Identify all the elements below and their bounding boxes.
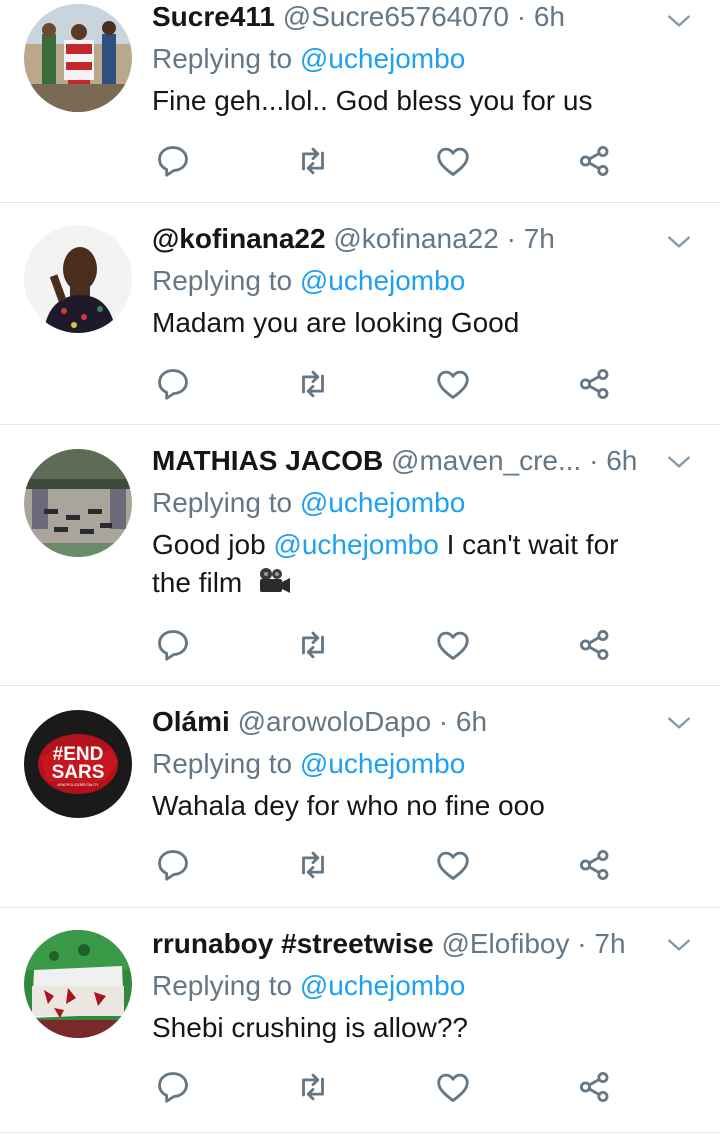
user-handle[interactable]: @Sucre65764070 [283, 1, 509, 32]
endsars-text-2: SARS [52, 762, 105, 783]
display-name[interactable]: Sucre411 [152, 1, 275, 32]
replying-to: Replying to @uchejombo [152, 747, 660, 781]
tweet-actions [152, 365, 622, 405]
user-handle[interactable]: @Elofiboy [441, 928, 569, 959]
mention-link[interactable]: @uchejombo [300, 487, 465, 518]
reply-icon[interactable] [154, 846, 192, 884]
tweet[interactable]: MATHIAS JACOB @maven_cre... · 6h Replyin… [0, 425, 720, 686]
avatar[interactable] [24, 449, 132, 557]
display-name[interactable]: @kofinana22 [152, 223, 326, 254]
tweet[interactable]: @kofinana22 @kofinana22 · 7h Replying to… [0, 203, 720, 425]
separator-dot: · [438, 706, 449, 737]
tweet-text: Fine geh...lol.. God bless you for us [152, 85, 593, 116]
replying-prefix: Replying to [152, 43, 293, 74]
tweet-header: @kofinana22 @kofinana22 · 7h [152, 222, 660, 256]
replying-prefix: Replying to [152, 970, 293, 1001]
share-icon[interactable] [576, 846, 614, 884]
tweet[interactable]: #END SARS #ENDPOLICEBRUTALITY Olámi @aro… [0, 686, 720, 908]
user-handle[interactable]: @kofinana22 [333, 223, 498, 254]
retweet-icon[interactable] [294, 142, 332, 180]
user-handle[interactable]: @arowoloDapo [238, 706, 431, 737]
replying-to: Replying to @uchejombo [152, 42, 660, 76]
chevron-down-icon[interactable] [666, 229, 692, 255]
display-name[interactable]: Olámi [152, 706, 230, 737]
replying-to: Replying to @uchejombo [152, 486, 660, 520]
separator-dot: · [516, 1, 527, 32]
share-icon[interactable] [576, 365, 614, 403]
chevron-down-icon[interactable] [666, 449, 692, 475]
like-icon[interactable] [434, 365, 472, 403]
timestamp[interactable]: 7h [524, 223, 555, 254]
reply-icon[interactable] [154, 365, 192, 403]
movie-camera-icon [260, 568, 291, 593]
share-icon[interactable] [576, 142, 614, 180]
replying-prefix: Replying to [152, 265, 293, 296]
display-name[interactable]: rrunaboy #streetwise [152, 928, 434, 959]
reply-icon[interactable] [154, 1068, 192, 1106]
like-icon[interactable] [434, 142, 472, 180]
mention-link[interactable]: @uchejombo [300, 748, 465, 779]
separator-dot: · [506, 223, 516, 254]
chevron-down-icon[interactable] [666, 710, 692, 736]
share-icon[interactable] [576, 1068, 614, 1106]
share-icon[interactable] [576, 626, 614, 664]
replies-feed: Sucre411 @Sucre65764070 · 6h Replying to… [0, 0, 720, 1139]
mention-link[interactable]: @uchejombo [300, 970, 465, 1001]
display-name[interactable]: MATHIAS JACOB [152, 445, 383, 476]
retweet-icon[interactable] [294, 626, 332, 664]
tweet-header: Olámi @arowoloDapo · 6h [152, 705, 660, 739]
like-icon[interactable] [434, 626, 472, 664]
timestamp[interactable]: 6h [534, 1, 565, 32]
replying-prefix: Replying to [152, 748, 293, 779]
tweet-text: Madam you are looking Good [152, 307, 520, 338]
chevron-down-icon[interactable] [666, 932, 692, 958]
avatar[interactable] [24, 225, 132, 333]
retweet-icon[interactable] [294, 1068, 332, 1106]
chevron-down-icon[interactable] [666, 8, 692, 34]
tweet[interactable]: rrunaboy #streetwise @Elofiboy · 7h Repl… [0, 908, 720, 1133]
timestamp[interactable]: 7h [594, 928, 625, 959]
timestamp[interactable]: 6h [606, 445, 637, 476]
like-icon[interactable] [434, 846, 472, 884]
replying-to: Replying to @uchejombo [152, 264, 660, 298]
reply-icon[interactable] [154, 142, 192, 180]
tweet-header: Sucre411 @Sucre65764070 · 6h [152, 0, 660, 34]
separator-dot: · [589, 445, 599, 476]
tweet-header: MATHIAS JACOB @maven_cre... · 6h [152, 444, 660, 478]
mention-link[interactable]: @uchejombo [300, 43, 465, 74]
replying-to: Replying to @uchejombo [152, 969, 660, 1003]
user-handle[interactable]: @maven_cre... [391, 445, 581, 476]
replying-prefix: Replying to [152, 487, 293, 518]
avatar[interactable] [24, 930, 132, 1038]
tweet[interactable]: Sucre411 @Sucre65764070 · 6h Replying to… [0, 0, 720, 203]
tweet-header: rrunaboy #streetwise @Elofiboy · 7h [152, 927, 660, 961]
tweet-text: Shebi crushing is allow?? [152, 1012, 468, 1043]
tweet-text: Wahala dey for who no fine ooo [152, 790, 545, 821]
tweet-actions [152, 1068, 622, 1108]
reply-icon[interactable] [154, 626, 192, 664]
tweet-actions [152, 626, 622, 666]
tweet-actions [152, 846, 622, 886]
mention-link[interactable]: @uchejombo [273, 529, 438, 560]
avatar[interactable] [24, 4, 132, 112]
endsars-text-3: #ENDPOLICEBRUTALITY [57, 783, 99, 787]
mention-link[interactable]: @uchejombo [300, 265, 465, 296]
avatar[interactable]: #END SARS #ENDPOLICEBRUTALITY [24, 710, 132, 818]
like-icon[interactable] [434, 1068, 472, 1106]
tweet-text: Good job @uchejombo I can't wait for the… [152, 526, 660, 602]
retweet-icon[interactable] [294, 365, 332, 403]
tweet-text-part: Good job [152, 529, 266, 560]
tweet-actions [152, 142, 622, 182]
retweet-icon[interactable] [294, 846, 332, 884]
timestamp[interactable]: 6h [456, 706, 487, 737]
separator-dot: · [577, 928, 587, 959]
